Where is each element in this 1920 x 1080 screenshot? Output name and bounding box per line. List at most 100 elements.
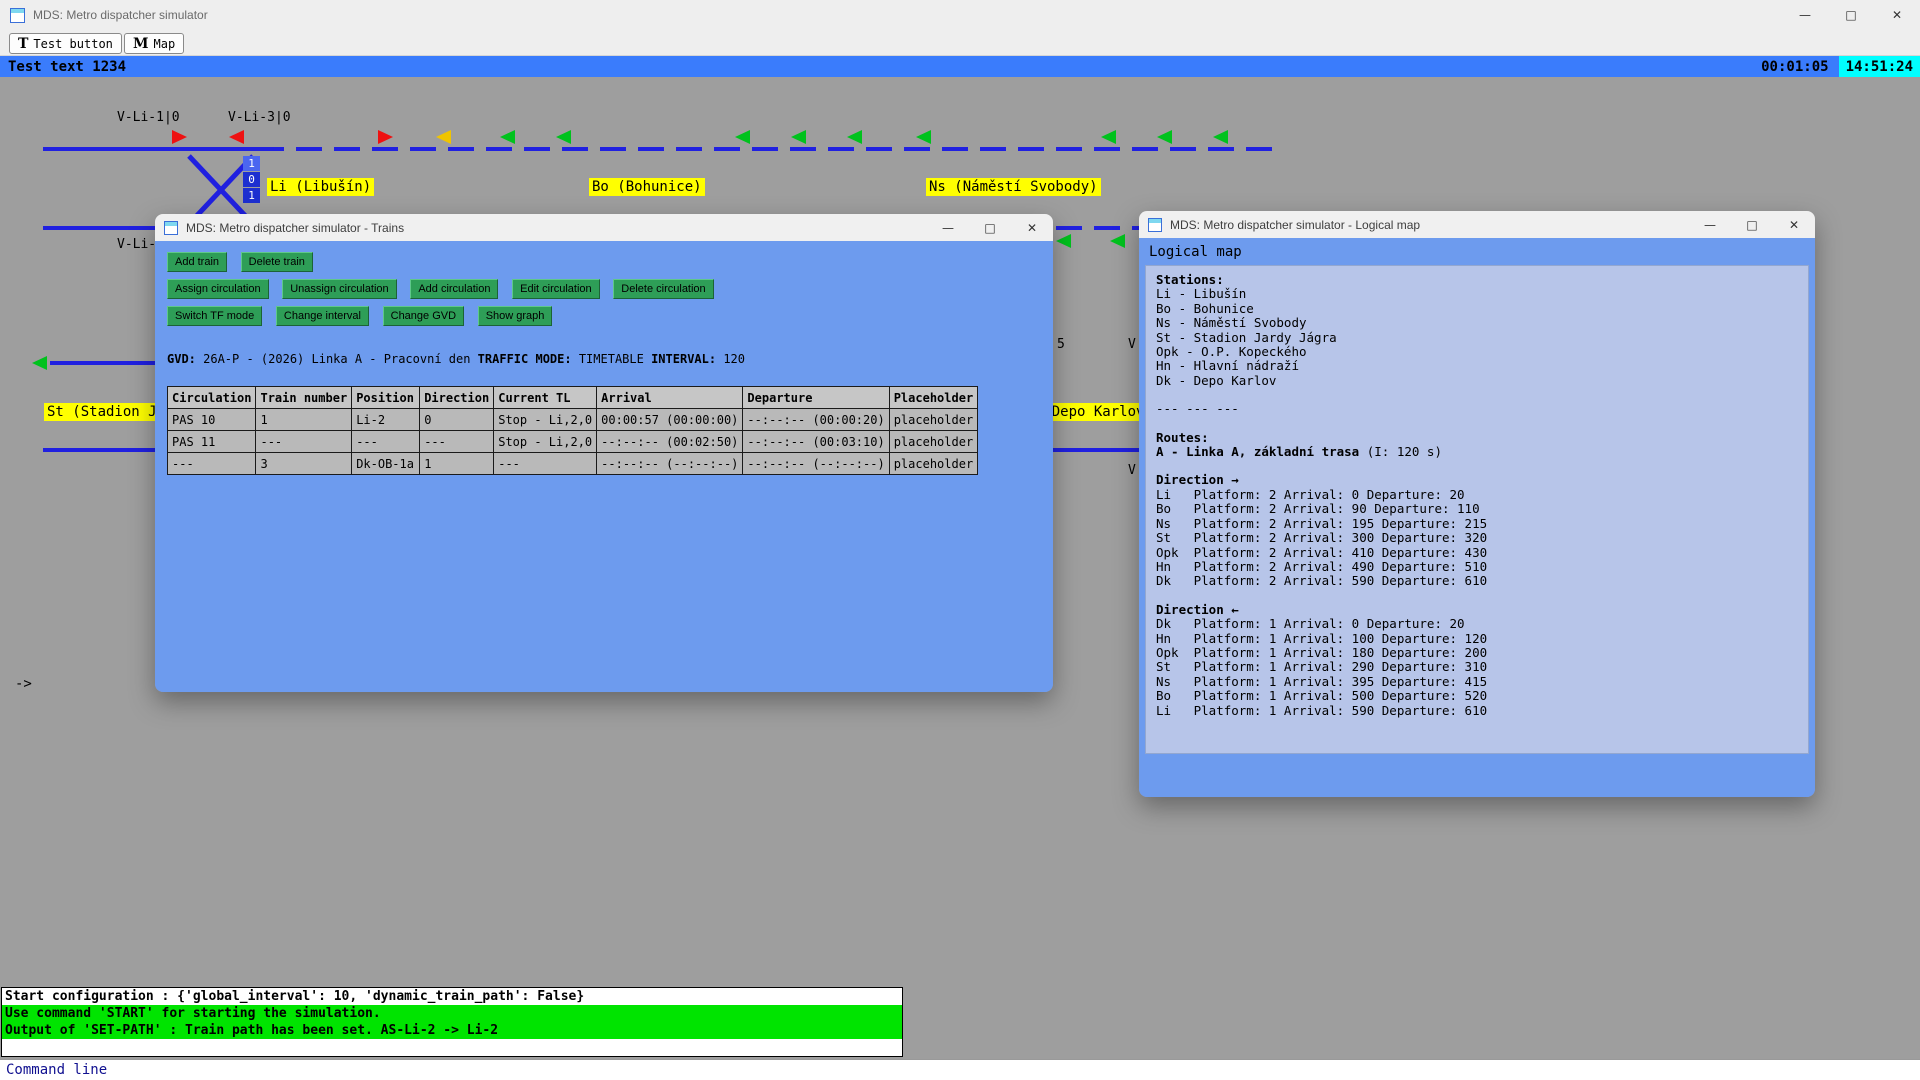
switch-tf-mode-button[interactable]: Switch TF mode xyxy=(167,306,262,326)
signal-arrow-icon xyxy=(1157,130,1172,144)
delete-train-button[interactable]: Delete train xyxy=(241,252,313,272)
add-train-button[interactable]: Add train xyxy=(167,252,227,272)
logical-window-titlebar[interactable]: MDS: Metro dispatcher simulator - Logica… xyxy=(1139,211,1815,238)
trains-close-button[interactable]: ✕ xyxy=(1011,214,1053,241)
gvd-value: 26A-P - (2026) Linka A - Pracovní den xyxy=(196,352,478,366)
minimize-button[interactable]: — xyxy=(1782,0,1828,30)
add-circulation-button[interactable]: Add circulation xyxy=(410,279,498,299)
trains-window-controls: — □ ✕ xyxy=(927,214,1053,241)
edit-circulation-button[interactable]: Edit circulation xyxy=(512,279,600,299)
pointer-note: -> xyxy=(15,676,32,692)
column-header-train-number[interactable]: Train number xyxy=(256,387,352,409)
unassign-circulation-button[interactable]: Unassign circulation xyxy=(282,279,396,299)
signal-number: 0 xyxy=(243,172,260,187)
app-icon xyxy=(1148,218,1162,232)
direction-forward-list: Li Platform: 2 Arrival: 0 Departure: 20 … xyxy=(1156,488,1798,589)
logical-close-button[interactable]: ✕ xyxy=(1773,211,1815,238)
train-row-3[interactable]: --- 3 Dk-OB-1a 1 --- --:--:-- (--:--:--)… xyxy=(168,453,978,475)
command-line-input[interactable] xyxy=(0,1060,1920,1080)
assign-circulation-button[interactable]: Assign circulation xyxy=(167,279,269,299)
train-row-2[interactable]: PAS 11 --- --- --- Stop - Li,2,0 --:--:-… xyxy=(168,431,978,453)
train-row-1[interactable]: PAS 10 1 Li-2 0 Stop - Li,2,0 00:00:57 (… xyxy=(168,409,978,431)
console-line-2: Use command 'START' for starting the sim… xyxy=(2,1005,902,1022)
column-header-departure[interactable]: Departure xyxy=(743,387,889,409)
console-line-1: Start configuration : {'global_interval'… xyxy=(2,988,902,1005)
map-button-label: Map xyxy=(154,37,176,51)
interval-label: INTERVAL: xyxy=(651,352,716,366)
track-line-1-dashed xyxy=(258,147,1273,151)
station-label-li: Li (Libušín) xyxy=(267,178,374,196)
cell: 00:00:57 (00:00:00) xyxy=(597,409,743,431)
status-bar: Test text 1234 00:01:05 14:51:24 xyxy=(0,56,1920,77)
logical-map-heading: Logical map xyxy=(1149,244,1242,260)
direction-back-list: Dk Platform: 1 Arrival: 0 Departure: 20 … xyxy=(1156,617,1798,718)
signal-arrow-icon xyxy=(847,130,862,144)
cell: --:--:-- (--:--:--) xyxy=(597,453,743,475)
close-button[interactable]: ✕ xyxy=(1874,0,1920,30)
table-header-row: Circulation Train number Position Direct… xyxy=(168,387,978,409)
label-fragment: V xyxy=(1128,337,1136,352)
status-text: Test text 1234 xyxy=(8,59,126,75)
cell: placeholder xyxy=(889,431,977,453)
trains-window: MDS: Metro dispatcher simulator - Trains… xyxy=(155,214,1053,692)
signal-arrow-icon xyxy=(172,130,187,144)
column-header-circulation[interactable]: Circulation xyxy=(168,387,256,409)
delete-circulation-button[interactable]: Delete circulation xyxy=(613,279,713,299)
cell: --- xyxy=(494,453,597,475)
route-line: A - Linka A, základní trasa (I: 120 s) xyxy=(1156,445,1798,459)
column-header-position[interactable]: Position xyxy=(352,387,420,409)
trains-button-row-3: Switch TF mode Change interval Change GV… xyxy=(167,304,556,326)
change-gvd-button[interactable]: Change GVD xyxy=(383,306,464,326)
app-icon xyxy=(10,8,25,23)
main-titlebar[interactable]: MDS: Metro dispatcher simulator — □ ✕ xyxy=(0,0,1920,30)
command-bar xyxy=(0,1059,1920,1080)
signal-arrow-icon xyxy=(1101,130,1116,144)
interval-value: 120 xyxy=(716,352,745,366)
column-header-arrival[interactable]: Arrival xyxy=(597,387,743,409)
signal-number: 1 xyxy=(243,188,260,203)
cell: 0 xyxy=(420,409,494,431)
column-header-placeholder[interactable]: Placeholder xyxy=(889,387,977,409)
logical-maximize-button[interactable]: □ xyxy=(1731,211,1773,238)
logical-map-text-panel[interactable]: Stations: Li - Libušín Bo - Bohunice Ns … xyxy=(1145,265,1809,754)
toolbar: T Test button M Map xyxy=(0,30,1920,56)
signal-arrow-icon xyxy=(735,130,750,144)
trains-minimize-button[interactable]: — xyxy=(927,214,969,241)
console-line-3: Output of 'SET-PATH' : Train path has be… xyxy=(2,1022,902,1039)
cell: --- xyxy=(352,431,420,453)
signal-arrow-icon xyxy=(1213,130,1228,144)
cell: Li-2 xyxy=(352,409,420,431)
signal-arrow-icon xyxy=(556,130,571,144)
signal-arrow-icon xyxy=(1056,234,1071,248)
route-detail: (I: 120 s) xyxy=(1359,444,1442,459)
cell: PAS 10 xyxy=(168,409,256,431)
maximize-button[interactable]: □ xyxy=(1828,0,1874,30)
label-fragment: V xyxy=(1128,463,1136,478)
stations-list: Li - Libušín Bo - Bohunice Ns - Náměstí … xyxy=(1156,287,1798,388)
column-header-direction[interactable]: Direction xyxy=(420,387,494,409)
map-button-icon: M xyxy=(133,36,149,52)
show-graph-button[interactable]: Show graph xyxy=(478,306,553,326)
direction-back-heading: Direction ← xyxy=(1156,603,1798,617)
trains-window-title: MDS: Metro dispatcher simulator - Trains xyxy=(186,221,404,235)
trains-maximize-button[interactable]: □ xyxy=(969,214,1011,241)
test-button[interactable]: T Test button xyxy=(9,33,122,54)
signal-number: 1 xyxy=(243,156,260,171)
cell: placeholder xyxy=(889,409,977,431)
test-button-icon: T xyxy=(18,36,28,52)
trains-button-row-2: Assign circulation Unassign circulation … xyxy=(167,277,718,299)
cell: 1 xyxy=(256,409,352,431)
signal-arrow-icon xyxy=(436,130,451,144)
elapsed-time: 00:01:05 xyxy=(1761,59,1828,75)
track-line-1-solid xyxy=(43,147,258,151)
station-label-ns: Ns (Náměstí Svobody) xyxy=(926,178,1101,196)
cell: --- xyxy=(168,453,256,475)
logical-minimize-button[interactable]: — xyxy=(1689,211,1731,238)
route-name: A - Linka A, základní trasa xyxy=(1156,444,1359,459)
signal-arrow-icon xyxy=(378,130,393,144)
map-button[interactable]: M Map xyxy=(124,33,184,54)
change-interval-button[interactable]: Change interval xyxy=(276,306,369,326)
cell: --:--:-- (00:02:50) xyxy=(597,431,743,453)
trains-window-titlebar[interactable]: MDS: Metro dispatcher simulator - Trains… xyxy=(155,214,1053,241)
column-header-current-tl[interactable]: Current TL xyxy=(494,387,597,409)
